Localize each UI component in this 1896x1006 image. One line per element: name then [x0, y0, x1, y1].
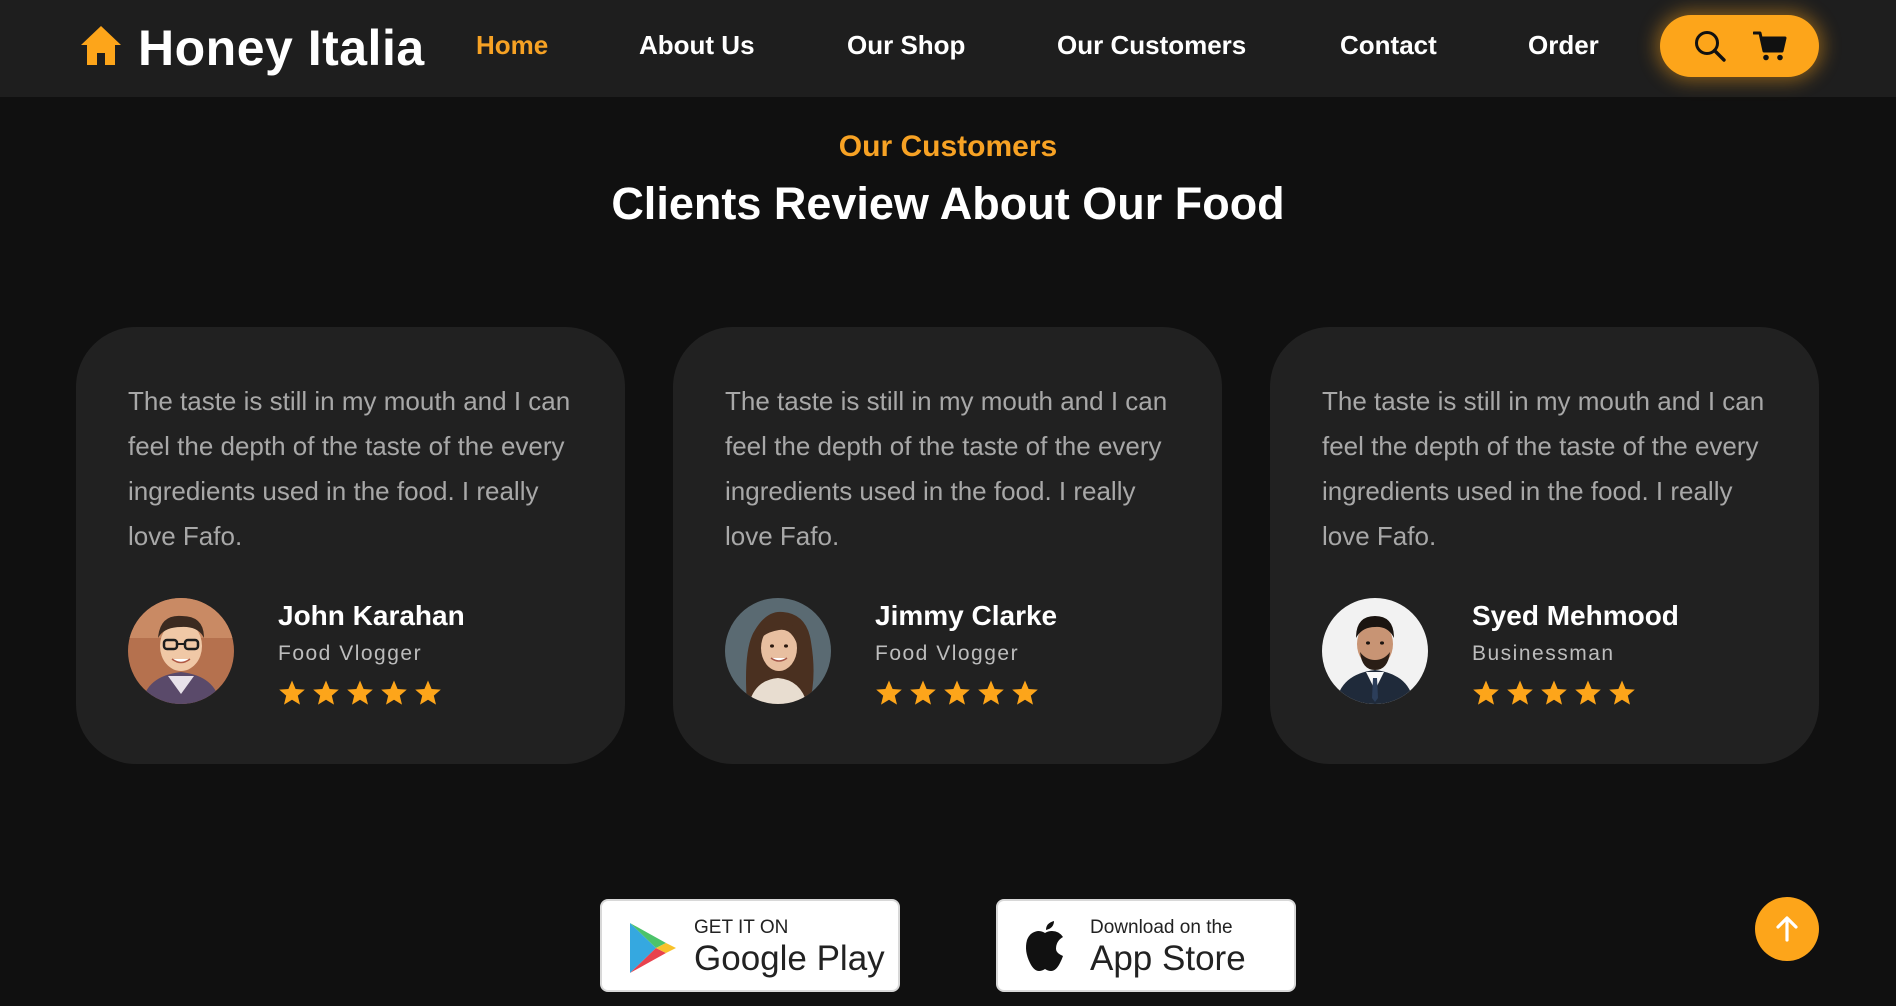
- nav-contact[interactable]: Contact: [1340, 27, 1437, 63]
- search-icon[interactable]: [1693, 29, 1727, 63]
- star-icon: [1472, 679, 1500, 707]
- client-name: Syed Mehmood: [1472, 600, 1679, 631]
- google-play-badge[interactable]: GET IT ON Google Play: [600, 899, 900, 992]
- star-icon: [977, 679, 1005, 707]
- review-card: The taste is still in my mouth and I can…: [673, 327, 1222, 764]
- star-icon: [1574, 679, 1602, 707]
- client-role: Food Vlogger: [875, 642, 1020, 665]
- navbar: Honey Italia Home About Us Our Shop Our …: [0, 0, 1896, 97]
- client-name: John Karahan: [278, 600, 465, 631]
- arrow-up-icon: [1772, 914, 1802, 944]
- back-to-top-button[interactable]: [1755, 897, 1819, 961]
- brand-logo[interactable]: Honey Italia: [78, 18, 425, 78]
- client-role: Food Vlogger: [278, 642, 423, 665]
- star-icon: [380, 679, 408, 707]
- star-icon: [312, 679, 340, 707]
- nav-order[interactable]: Order: [1528, 27, 1599, 63]
- section-title: Clients Review About Our Food: [611, 178, 1285, 229]
- google-badge-big-text: Google Play: [694, 939, 885, 978]
- star-rating: [1472, 679, 1636, 707]
- star-icon: [1608, 679, 1636, 707]
- star-rating: [875, 679, 1039, 707]
- nav-home[interactable]: Home: [476, 27, 548, 63]
- star-icon: [1506, 679, 1534, 707]
- cart-icon[interactable]: [1752, 29, 1787, 63]
- client-name: Jimmy Clarke: [875, 600, 1058, 631]
- nav-about-us[interactable]: About Us: [639, 27, 755, 63]
- nav-our-customers[interactable]: Our Customers: [1057, 27, 1246, 63]
- star-icon: [1540, 679, 1568, 707]
- apple-icon: [1018, 919, 1074, 977]
- review-text: The taste is still in my mouth and I can…: [725, 386, 1168, 551]
- avatar: [725, 598, 831, 704]
- star-icon: [346, 679, 374, 707]
- nav-our-shop[interactable]: Our Shop: [847, 27, 965, 63]
- star-icon: [414, 679, 442, 707]
- star-icon: [278, 679, 306, 707]
- section-subtitle: Our Customers: [838, 130, 1058, 163]
- avatar: [128, 598, 234, 704]
- review-text: The taste is still in my mouth and I can…: [128, 386, 571, 551]
- star-icon: [943, 679, 971, 707]
- star-icon: [909, 679, 937, 707]
- avatar: [1322, 598, 1428, 704]
- google-play-icon: [622, 919, 678, 977]
- client-role: Businessman: [1472, 642, 1615, 665]
- review-text: The taste is still in my mouth and I can…: [1322, 386, 1765, 551]
- nav-action-pill: [1660, 15, 1819, 77]
- star-icon: [1011, 679, 1039, 707]
- app-store-badge[interactable]: Download on the App Store: [996, 899, 1296, 992]
- star-rating: [278, 679, 442, 707]
- review-card: The taste is still in my mouth and I can…: [1270, 327, 1819, 764]
- home-icon: [78, 23, 124, 74]
- apple-badge-small-text: Download on the: [1090, 917, 1233, 938]
- google-badge-small-text: GET IT ON: [694, 917, 789, 938]
- star-icon: [875, 679, 903, 707]
- review-card: The taste is still in my mouth and I can…: [76, 327, 625, 764]
- apple-badge-big-text: App Store: [1090, 939, 1246, 978]
- brand-name: Honey Italia: [138, 20, 425, 76]
